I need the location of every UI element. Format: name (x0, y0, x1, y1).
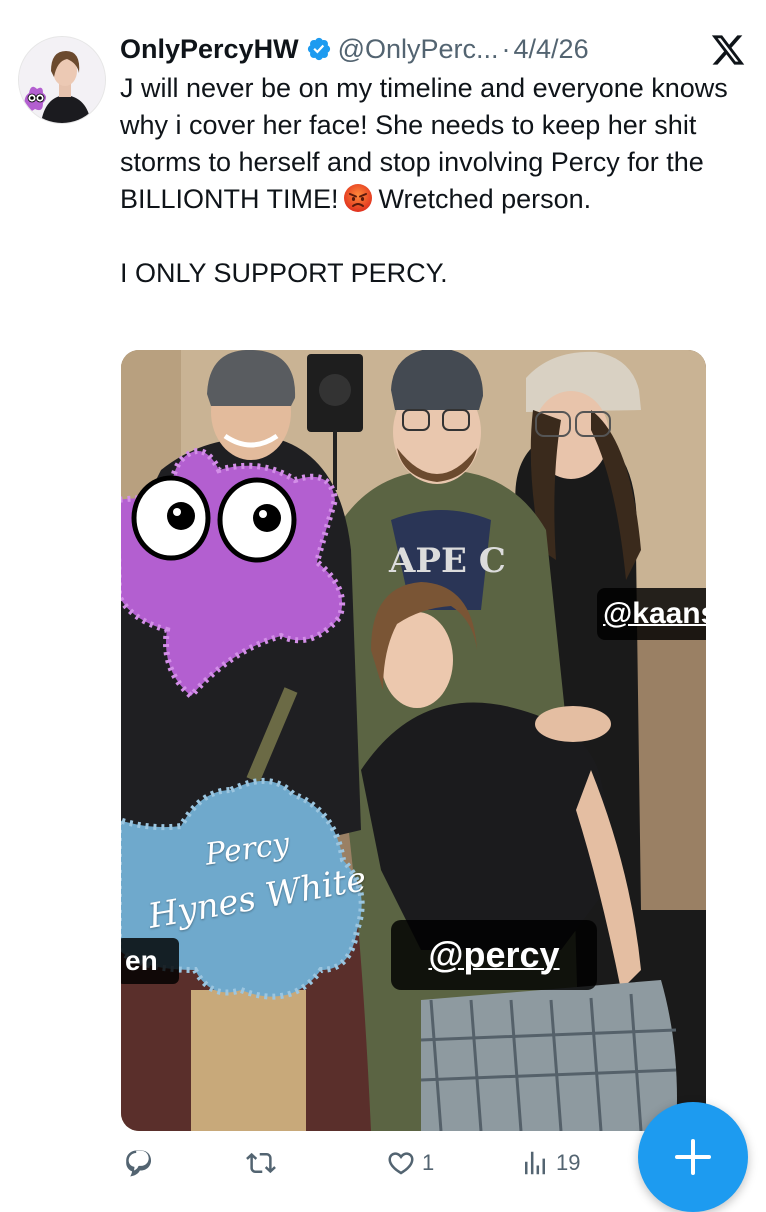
like-button[interactable]: 1 (386, 1148, 434, 1178)
svg-text:APE C: APE C (388, 541, 506, 581)
plus-icon (675, 1139, 711, 1175)
tweet-date[interactable]: 4/4/26 (514, 34, 589, 65)
views-count: 19 (556, 1150, 581, 1175)
reply-button[interactable] (124, 1148, 160, 1178)
tweet-header: OnlyPercyHW @OnlyPerc... · 4/4/26 (120, 30, 589, 68)
tweet-paragraph-2: I ONLY SUPPORT PERCY. (120, 258, 448, 288)
avatar[interactable] (18, 36, 106, 124)
photo-illustration: APE C (121, 350, 706, 1131)
user-tag-percy[interactable]: @percy (391, 920, 597, 990)
separator-dot: · (501, 33, 511, 64)
display-name[interactable]: OnlyPercyHW (120, 34, 299, 65)
user-tag-kaans[interactable]: @kaans (597, 588, 706, 640)
views-button[interactable]: 19 (520, 1148, 580, 1178)
compose-button[interactable] (638, 1102, 748, 1212)
user-tag-partial-label: en (125, 945, 158, 976)
like-count: 1 (422, 1150, 435, 1175)
views-chart-icon (525, 1151, 545, 1175)
verified-badge-icon (307, 37, 330, 61)
tweet-media-image[interactable]: APE C Percy Hynes White @kaans @percy en (121, 350, 706, 1131)
tweet-paragraph-1: J will never be on my timeline and every… (120, 70, 740, 218)
tweet-text: J will never be on my timeline and every… (120, 70, 740, 292)
retweet-button[interactable] (246, 1148, 282, 1178)
heart-icon (388, 1152, 414, 1175)
user-tag-partial[interactable]: en (121, 938, 179, 984)
retweet-icon (246, 1152, 276, 1174)
user-handle[interactable]: @OnlyPerc... (338, 34, 499, 65)
user-tag-kaans-label: @kaans (603, 597, 706, 630)
x-logo-icon (711, 35, 745, 65)
user-tag-percy-label: @percy (428, 934, 560, 975)
reply-icon (126, 1150, 152, 1177)
tweet-text-part2: Wretched person. (378, 184, 592, 214)
angry-face-icon (343, 184, 372, 212)
